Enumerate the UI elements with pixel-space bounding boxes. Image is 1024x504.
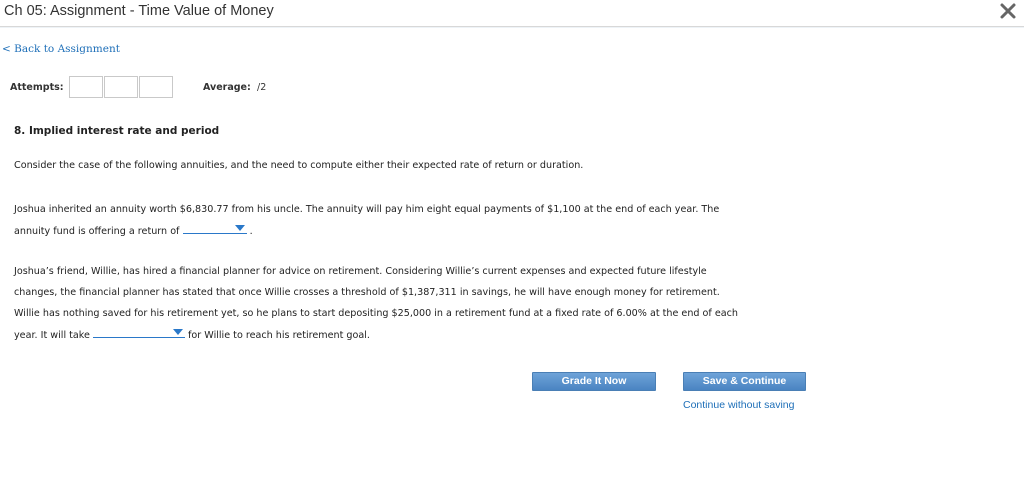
paragraph-1-line-2: annuity fund is offering a return of . — [14, 220, 834, 242]
paragraph-2-line-4: year. It will take for Willie to reach h… — [14, 324, 834, 346]
attempt-box-2 — [104, 76, 138, 98]
continue-without-saving-link[interactable]: Continue without saving — [683, 399, 795, 411]
window-titlebar: Ch 05: Assignment - Time Value of Money — [0, 0, 1024, 27]
chevron-down-icon — [172, 329, 183, 335]
question-paragraph-2: Joshua’s friend, Willie, has hired a fin… — [14, 261, 834, 346]
window-title: Ch 05: Assignment - Time Value of Money — [4, 3, 274, 19]
paragraph-2-line-1: Joshua’s friend, Willie, has hired a fin… — [14, 266, 707, 277]
paragraph-2-line-3: Willie has nothing saved for his retirem… — [14, 308, 738, 319]
paragraph-2-line-4-before: year. It will take — [14, 330, 90, 341]
paragraph-1-line-2-before: annuity fund is offering a return of — [14, 226, 180, 237]
save-and-continue-button[interactable]: Save & Continue — [683, 372, 806, 391]
attempt-box-3 — [139, 76, 173, 98]
paragraph-2-line-4-after: for Willie to reach his retirement goal. — [188, 330, 370, 341]
question-paragraph-1: Joshua inherited an annuity worth $6,830… — [14, 199, 834, 242]
grade-it-now-button[interactable]: Grade It Now — [532, 372, 656, 391]
average-value: /2 — [257, 82, 267, 93]
duration-dropdown[interactable] — [92, 324, 185, 338]
return-rate-dropdown[interactable] — [182, 220, 247, 234]
chevron-down-icon — [234, 225, 245, 231]
close-button[interactable] — [998, 1, 1018, 21]
paragraph-1-line-1: Joshua inherited an annuity worth $6,830… — [14, 204, 720, 215]
average-label: Average: — [203, 82, 251, 93]
close-icon — [1000, 3, 1016, 19]
question-intro: Consider the case of the following annui… — [14, 160, 584, 171]
attempt-box-1 — [69, 76, 103, 98]
back-to-assignment-link[interactable]: < Back to Assignment — [2, 43, 120, 55]
question-title: 8. Implied interest rate and period — [14, 125, 220, 137]
paragraph-2-line-2: changes, the financial planner has state… — [14, 287, 720, 298]
attempts-label: Attempts: — [10, 82, 64, 93]
paragraph-1-line-2-after: . — [249, 226, 253, 237]
